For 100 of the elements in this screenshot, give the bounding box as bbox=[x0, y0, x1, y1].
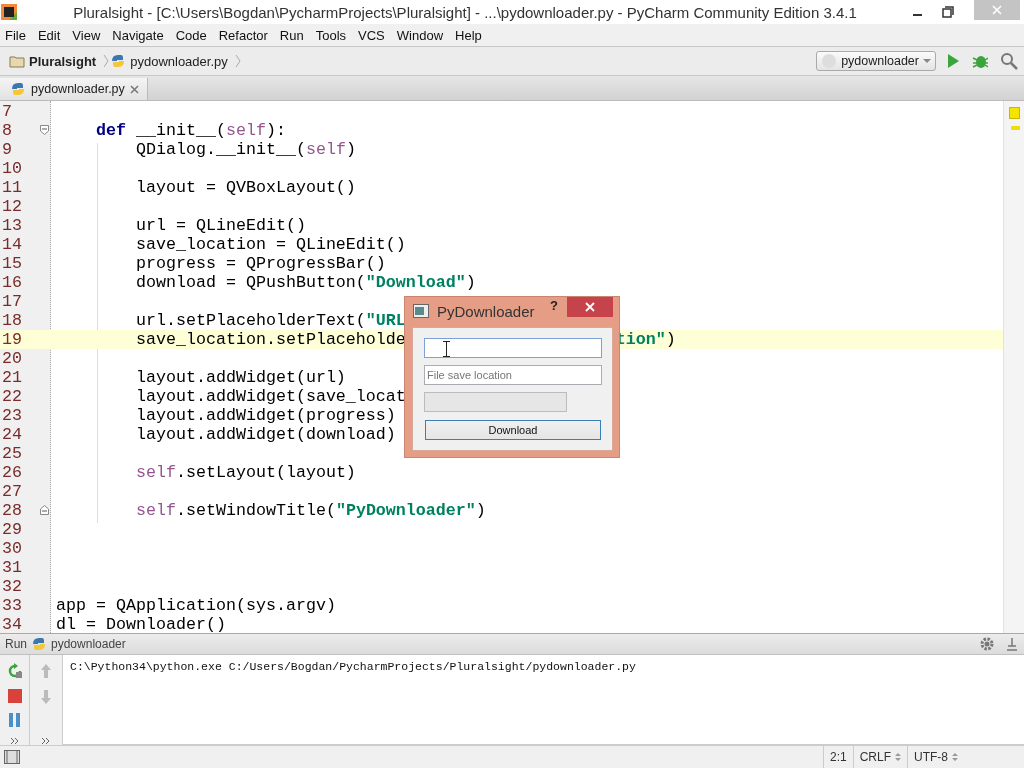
code-line: app = QApplication(sys.argv) bbox=[55, 596, 336, 615]
line-number: 17 bbox=[1, 292, 23, 311]
line-number: 33 bbox=[1, 596, 23, 615]
fold-icon[interactable] bbox=[40, 505, 49, 515]
more-icon[interactable] bbox=[41, 737, 51, 745]
line-number: 34 bbox=[1, 615, 23, 633]
fold-icon[interactable] bbox=[40, 125, 49, 135]
warning-stripe-icon bbox=[1011, 126, 1020, 130]
menu-item[interactable]: Navigate bbox=[112, 27, 164, 43]
line-number: 32 bbox=[1, 577, 23, 596]
line-number: 9 bbox=[1, 140, 13, 159]
editor-tab[interactable]: pydownloader.py bbox=[0, 78, 148, 100]
line-number: 31 bbox=[1, 558, 23, 577]
breadcrumb[interactable]: pydownloader.py bbox=[130, 53, 228, 69]
line-number: 23 bbox=[1, 406, 23, 425]
up-down-icon bbox=[952, 752, 958, 762]
line-number: 19 bbox=[1, 330, 23, 349]
close-icon[interactable] bbox=[129, 84, 139, 94]
menu-item[interactable]: Help bbox=[455, 27, 482, 43]
line-number: 30 bbox=[1, 539, 23, 558]
text-field[interactable] bbox=[424, 338, 602, 358]
code-line: self.setWindowTitle("PyDownloader") bbox=[134, 501, 486, 520]
menu-item[interactable]: Edit bbox=[37, 27, 61, 43]
encoding-selector[interactable]: UTF-8 bbox=[914, 750, 948, 764]
menu-item[interactable]: Window bbox=[396, 27, 444, 43]
line-number: 16 bbox=[1, 273, 23, 292]
menu-item[interactable]: Code bbox=[175, 27, 207, 43]
line-number: 18 bbox=[1, 311, 23, 330]
restore-icon[interactable] bbox=[942, 6, 954, 18]
code-line: url.setPlaceholderText("URL bbox=[134, 311, 406, 330]
line-number: 15 bbox=[1, 254, 23, 273]
line-number: 27 bbox=[1, 482, 23, 501]
python-file-icon bbox=[10, 81, 26, 97]
line-number: 26 bbox=[1, 463, 23, 482]
line-number: 28 bbox=[1, 501, 23, 520]
code-line: layout.addWidget(save_locat bbox=[134, 387, 406, 406]
code-line: layout.addWidget(download) bbox=[134, 425, 396, 444]
up-down-icon bbox=[895, 752, 901, 762]
chevron-right-icon bbox=[233, 53, 242, 69]
close-button[interactable] bbox=[567, 297, 613, 317]
menu-item[interactable]: Refactor bbox=[218, 27, 268, 43]
panel-title: Run bbox=[5, 637, 27, 651]
line-number: 12 bbox=[1, 197, 23, 216]
app-logo-icon bbox=[0, 3, 18, 21]
debug-icon[interactable] bbox=[972, 53, 988, 69]
run-config-dropdown[interactable]: pydownloader bbox=[816, 51, 936, 71]
window-title: Pluralsight - [C:\Users\Bogdan\PycharmProjects\Pluralsight] - ...\pydownloader.py - PyCharm Community Edition 3.4.1 bbox=[72, 3, 858, 21]
line-number: 8 bbox=[1, 121, 13, 140]
code-line: url = QLineEdit() bbox=[134, 216, 306, 235]
code-line: def __init__(self): bbox=[94, 121, 286, 140]
line-separator-selector[interactable]: CRLF bbox=[859, 750, 891, 764]
line-number: 14 bbox=[1, 235, 23, 254]
rerun-icon[interactable] bbox=[6, 663, 23, 679]
code-line: layout = QVBoxLayout() bbox=[134, 178, 356, 197]
stop-icon[interactable] bbox=[7, 689, 22, 703]
line-number: 7 bbox=[1, 102, 13, 121]
code-line: save_location.setPlaceholde bbox=[134, 330, 406, 349]
cursor-position[interactable]: 2:1 bbox=[822, 746, 853, 768]
breadcrumb[interactable]: Pluralsight bbox=[29, 53, 97, 69]
pin-icon[interactable] bbox=[1006, 637, 1018, 651]
download-button[interactable]: Download bbox=[425, 420, 601, 440]
line-number: 24 bbox=[1, 425, 23, 444]
text-cursor-icon bbox=[443, 341, 450, 357]
code-line: layout.addWidget(url) bbox=[134, 368, 346, 387]
run-config-label: pydownloader bbox=[51, 637, 126, 651]
tool-windows-icon[interactable] bbox=[4, 750, 20, 764]
line-number: 22 bbox=[1, 387, 23, 406]
python-file-icon bbox=[110, 53, 127, 69]
console-output: C:\Python34\python.exe C:/Users/Bogdan/PycharmProjects/Pluralsight/pydownloader.py bbox=[70, 660, 637, 673]
folder-icon bbox=[9, 54, 25, 68]
menu-item[interactable]: View bbox=[72, 27, 101, 43]
dialog-title: PyDownloader bbox=[437, 302, 535, 320]
menu-item[interactable]: VCS bbox=[358, 27, 385, 43]
code-line: dl = Downloader() bbox=[55, 615, 226, 633]
close-icon bbox=[992, 5, 1002, 15]
code-line: save_location = QLineEdit() bbox=[134, 235, 406, 254]
menu-item[interactable]: File bbox=[5, 27, 26, 43]
window-icon bbox=[413, 304, 429, 318]
line-number: 11 bbox=[1, 178, 23, 197]
line-number: 25 bbox=[1, 444, 23, 463]
text-field[interactable]: File save location bbox=[424, 365, 602, 385]
code-line: progress = QProgressBar() bbox=[134, 254, 386, 273]
code-line: download = QPushButton("Download") bbox=[134, 273, 476, 292]
code-line: self.setLayout(layout) bbox=[134, 463, 356, 482]
gear-icon[interactable] bbox=[980, 637, 994, 651]
line-number: 20 bbox=[1, 349, 23, 368]
code-line: layout.addWidget(progress) bbox=[134, 406, 396, 425]
inspection-status-icon bbox=[1009, 107, 1020, 119]
menu-item[interactable]: Tools bbox=[315, 27, 347, 43]
line-number: 29 bbox=[1, 520, 23, 539]
code-line: QDialog.__init__(self) bbox=[134, 140, 356, 159]
run-icon[interactable] bbox=[946, 53, 960, 69]
menu-item[interactable]: Run bbox=[279, 27, 304, 43]
chevron-right-icon bbox=[102, 53, 111, 69]
line-number: 21 bbox=[1, 368, 23, 387]
search-icon[interactable] bbox=[1000, 52, 1018, 70]
pause-icon[interactable] bbox=[8, 713, 21, 727]
close-icon bbox=[585, 302, 595, 312]
help-button[interactable]: ? bbox=[550, 298, 558, 313]
more-icon[interactable] bbox=[9, 737, 20, 745]
